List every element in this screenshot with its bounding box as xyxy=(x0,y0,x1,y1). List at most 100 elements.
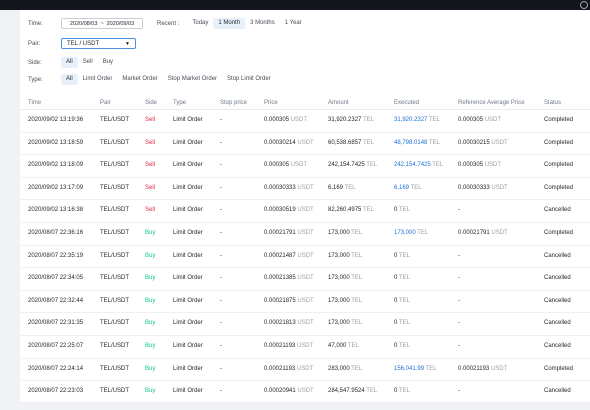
tab-1-year[interactable]: 1 Year xyxy=(280,18,307,29)
cell-executed: 0 TEL xyxy=(394,320,410,326)
cell-executed[interactable]: 173,000 TEL xyxy=(394,230,428,236)
cell-price: 0.00021193 USDT xyxy=(264,366,313,372)
tab-today[interactable]: Today xyxy=(187,18,213,29)
header-executed: Executed xyxy=(394,100,420,106)
ref-unit: USDT xyxy=(490,365,508,372)
cell-stop-price: - xyxy=(220,252,222,259)
type-tab-limit-order[interactable]: Limit Order xyxy=(78,74,118,85)
executed-value: 0 xyxy=(394,320,398,327)
amount-unit: TEL xyxy=(351,229,363,236)
executed-value: 242,154.7425 xyxy=(394,162,431,169)
ref-value: - xyxy=(458,320,460,327)
cell-type: Limit Order xyxy=(173,229,203,236)
type-tab-market-order[interactable]: Market Order xyxy=(117,74,162,85)
type-label: Type: xyxy=(28,76,43,83)
time-filter-row: Time: 2020/08/03 ~ 2020/09/03 Recent : T… xyxy=(28,18,307,29)
cell-time: 2020/09/02 13:18:59 xyxy=(28,139,84,146)
cell-executed[interactable]: 242,154.7425 TEL xyxy=(394,162,443,168)
cell-status: Cancelled xyxy=(544,207,571,214)
executed-value: 0 xyxy=(394,388,398,395)
cell-reference-average-price: 0.00030333 USDT xyxy=(458,185,508,191)
cell-side: Buy xyxy=(145,275,156,282)
cell-stop-price: - xyxy=(220,320,222,327)
executed-unit: TEL xyxy=(410,184,422,191)
price-unit: USDT xyxy=(296,365,314,372)
cell-reference-average-price: - xyxy=(458,298,460,304)
cell-executed: 0 TEL xyxy=(394,388,410,394)
cell-type: Limit Order xyxy=(173,252,203,259)
executed-value: 0 xyxy=(394,342,398,349)
cell-reference-average-price: 0.00030215 USDT xyxy=(458,140,508,146)
amount-unit: TEL xyxy=(362,117,374,123)
side-tab-all[interactable]: All xyxy=(61,57,78,68)
amount-unit: TEL xyxy=(362,207,374,214)
tab-3-months[interactable]: 3 Months xyxy=(245,18,280,29)
table-row: 2020/08/07 22:24:14 TEL/USDT Buy Limit Orde… xyxy=(20,359,590,382)
cell-amount: 173,000 TEL xyxy=(328,298,362,304)
ref-value: 0.00030215 xyxy=(458,139,490,146)
amount-value: 173,000 xyxy=(328,297,350,304)
amount-value: 173,000 xyxy=(328,320,350,327)
cell-stop-price: - xyxy=(220,139,222,146)
cell-reference-average-price: - xyxy=(458,253,460,259)
cell-reference-average-price: 0.000305 USDT xyxy=(458,162,501,168)
tab-1-month[interactable]: 1 Month xyxy=(213,18,246,29)
cell-amount: 284,547.9524 TEL xyxy=(328,388,377,394)
cell-reference-average-price: 0.00021791 USDT xyxy=(458,230,508,236)
cell-side: Sell xyxy=(145,139,156,146)
type-tab-stop-limit-order[interactable]: Stop Limit Order xyxy=(222,74,276,85)
price-unit: USDT xyxy=(297,388,314,395)
executed-unit: TEL xyxy=(398,342,410,349)
cell-pair: TEL/USDT xyxy=(100,252,130,259)
executed-value: 0 xyxy=(394,275,398,282)
date-start: 2020/08/03 xyxy=(69,20,98,27)
cell-price: 0.000305 USDT xyxy=(264,162,307,168)
cell-executed: 0 TEL xyxy=(394,298,410,304)
user-icon[interactable] xyxy=(580,1,588,9)
type-tab-all[interactable]: All xyxy=(61,74,78,85)
price-unit: USDT xyxy=(297,139,314,146)
table-header: Time Pair Side Type Stop price Price Amo… xyxy=(20,99,590,110)
amount-value: 82,260.4975 xyxy=(328,207,362,214)
cell-type: Limit Order xyxy=(173,117,203,123)
table-row: 2020/09/02 13:16:38 TEL/USDT Sell Limit Ord… xyxy=(20,200,590,223)
cell-executed[interactable]: 31,920.2327 TEL xyxy=(394,117,440,123)
amount-value: 6,169 xyxy=(328,184,344,191)
cell-type: Limit Order xyxy=(173,184,203,191)
table-row: 2020/08/07 22:36:16 TEL/USDT Buy Limit Orde… xyxy=(20,223,590,246)
type-tab-stop-market-order[interactable]: Stop Market Order xyxy=(163,74,222,85)
price-value: 0.000305 xyxy=(264,162,290,169)
cell-executed[interactable]: 6,169 TEL xyxy=(394,185,422,191)
cell-executed[interactable]: 156,041.99 TEL xyxy=(394,366,437,372)
cell-price: 0.000305 USDT xyxy=(264,117,307,123)
side-tab-buy[interactable]: Buy xyxy=(98,57,118,68)
executed-value: 48,798.0148 xyxy=(394,139,428,146)
amount-value: 47,000 xyxy=(328,342,347,349)
cell-price: 0.00021875 USDT xyxy=(264,298,314,304)
date-range-picker[interactable]: 2020/08/03 ~ 2020/09/03 xyxy=(61,18,143,29)
side-tab-sell[interactable]: Sell xyxy=(78,57,98,68)
cell-price: 0.00021791 USDT xyxy=(264,230,314,236)
cell-executed[interactable]: 48,798.0148 TEL xyxy=(394,140,440,146)
cell-stop-price: - xyxy=(220,229,222,236)
cell-side: Buy xyxy=(145,252,156,259)
cell-pair: TEL/USDT xyxy=(100,139,130,146)
cell-price: 0.00030333 USDT xyxy=(264,185,314,191)
table-row: 2020/08/07 22:32:44 TEL/USDT Buy Limit Orde… xyxy=(20,291,590,314)
price-value: 0.00021193 xyxy=(264,342,296,349)
cell-time: 2020/09/02 13:19:36 xyxy=(28,117,84,123)
cell-time: 2020/08/07 22:35:19 xyxy=(28,252,84,259)
cell-stop-price: - xyxy=(220,117,222,123)
executed-unit: TEL xyxy=(398,252,410,259)
cell-price: 0.00021385 USDT xyxy=(264,275,314,281)
price-value: 0.000305 xyxy=(264,117,290,123)
order-history-panel: Time: 2020/08/03 ~ 2020/09/03 Recent : T… xyxy=(20,10,590,404)
cell-status: Completed xyxy=(544,117,574,123)
pair-select[interactable]: TEL / USDT ▼ xyxy=(61,38,136,49)
cell-stop-price: - xyxy=(220,162,222,169)
price-value: 0.00030333 xyxy=(264,184,296,191)
cell-type: Limit Order xyxy=(173,275,203,282)
price-unit: USDT xyxy=(297,252,314,259)
cell-side: Buy xyxy=(145,342,156,349)
cell-amount: 47,000 TEL xyxy=(328,343,359,349)
